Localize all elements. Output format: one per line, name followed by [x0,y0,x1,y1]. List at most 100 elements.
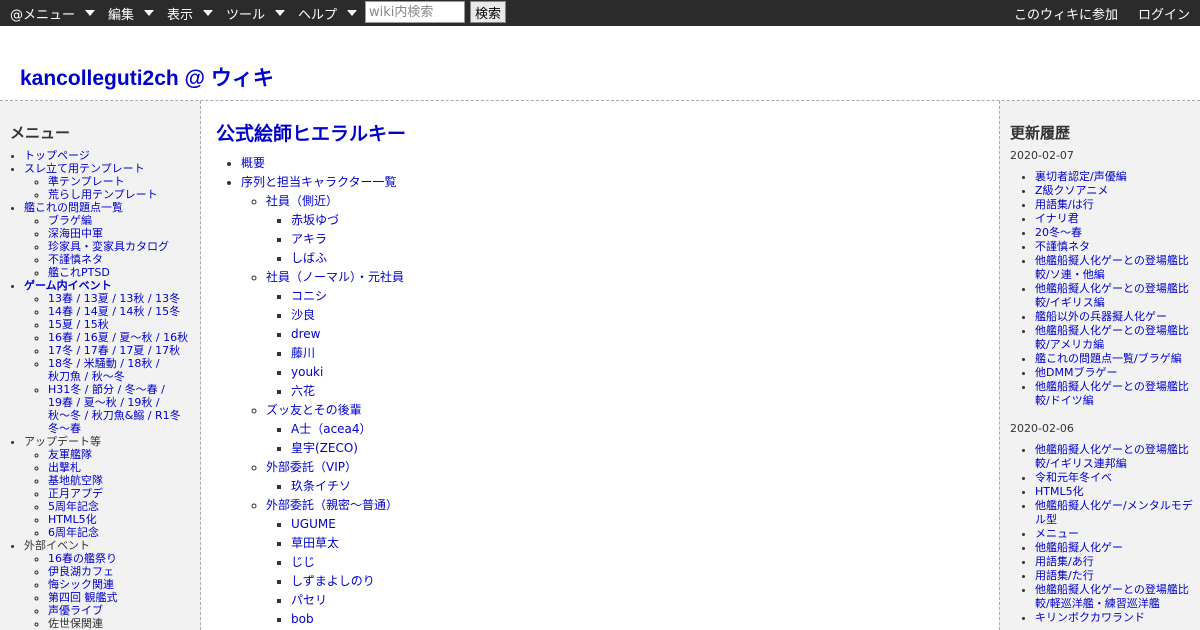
recent-change-link[interactable]: 艦これの問題点一覧/ブラゲ編 [1035,352,1182,365]
sidebar-item-problems[interactable]: 艦これの問題点一覧 [24,201,123,214]
sidebar-item-events-h31[interactable]: H31冬 / 節分 / 冬〜春 / [48,383,165,396]
sidebar-item-troll-template[interactable]: 荒らし用テンプレート [48,188,158,201]
sidebar-item-updates: アップデート等 [24,435,101,448]
recent-change-link[interactable]: 他艦船擬人化ゲー/メンタルモデル型 [1035,499,1193,526]
recent-change-link[interactable]: 不謹慎ネタ [1035,240,1090,253]
sidebar-item-events-20[interactable]: 冬〜春 [48,422,81,435]
join-wiki-link[interactable]: このウィキに参加 [1014,0,1118,26]
recent-change-link[interactable]: 裏切者認定/声優編 [1035,170,1127,183]
sidebar-item-events-18[interactable]: 18冬 / 米騒動 / 18秋 / [48,357,160,370]
sidebar-item-events-17[interactable]: 17冬 / 17春 / 17夏 / 17秋 [48,344,180,357]
toc-group-link[interactable]: 社員（ノーマル）・元社員 [266,270,404,284]
recent-change-link[interactable]: キリンボクカワランド [1035,611,1145,624]
sidebar-item-irako-cafe[interactable]: 伊良湖カフェ [48,565,114,578]
sidebar-item-sub-template[interactable]: 準テンプレート [48,175,125,188]
recent-change-link[interactable]: 艦船以外の兵器擬人化ゲー [1035,310,1167,323]
toc-member-link[interactable]: しばふ [291,251,327,265]
sidebar-item-land-base[interactable]: 基地航空隊 [48,474,103,487]
recent-change-link[interactable]: イナリ君 [1035,212,1079,225]
recent-change-link[interactable]: 他艦船擬人化ゲーとの登場艦比較/イギリス連邦編 [1035,443,1189,470]
sidebar-item-16-festival[interactable]: 16春の艦祭り [48,552,117,565]
sidebar-item-events-14[interactable]: 14春 / 14夏 / 14秋 / 15冬 [48,305,180,318]
sidebar-item-thread-template[interactable]: スレ立て用テンプレート [24,162,145,175]
toc-member-link[interactable]: 皇宇(ZECO) [291,441,358,455]
toc-group-link[interactable]: 社員（側近） [266,194,338,208]
sidebar-item-chic[interactable]: 悔シック関連 [48,578,114,591]
recent-change-link[interactable]: 他艦船擬人化ゲーとの登場艦比較/ドイツ編 [1035,380,1189,407]
toc-member-link[interactable]: 玖条イチソ [291,479,351,493]
recent-change-link[interactable]: Z級クソアニメ [1035,184,1108,197]
sidebar-item-browser-game[interactable]: ブラゲ編 [48,214,92,227]
toc-group-link[interactable]: 外部委託（VIP） [266,460,357,474]
sidebar-item-events-r1[interactable]: 秋～冬 / 秋刀魚&鰯 / R1冬 [48,409,181,422]
menu-help[interactable]: ヘルプ [298,0,358,26]
list-item: メニュー [1035,527,1193,541]
sidebar-item-events-16[interactable]: 16春 / 16夏 / 夏～秋 / 16秋 [48,331,188,344]
wiki-search-input[interactable] [365,1,465,23]
sidebar-item-seiyuu-live[interactable]: 声優ライブ [48,604,103,617]
list-item: 外部イベント 16春の艦祭り 伊良湖カフェ 悔シック関連 第四回 観艦式 声優ラ… [24,539,200,630]
list-item: 5周年記念 [48,500,200,513]
toc-group-link[interactable]: 外部委託（親密～普通） [266,498,398,512]
sidebar-item-furniture[interactable]: 珍家具・変家具カタログ [48,240,169,253]
sidebar-item-events-19[interactable]: 19春 / 夏〜秋 / 19秋 / [48,396,160,409]
sidebar-item-events-18b[interactable]: 秋刀魚 / 秋〜冬 [48,370,125,383]
recent-change-link[interactable]: メニュー [1035,527,1079,540]
recent-change-link[interactable]: HTML5化 [1035,485,1084,498]
toc-member-link[interactable]: youki [291,365,323,379]
sidebar-item-events-13[interactable]: 13春 / 13夏 / 13秋 / 13冬 [48,292,180,305]
menu-at-menu[interactable]: @メニュー [10,0,96,26]
sidebar-item-abyssal-tanaka[interactable]: 深海田中軍 [48,227,103,240]
toc-member-link[interactable]: bob [291,612,314,626]
sidebar-item-review-4[interactable]: 第四回 観艦式 [48,591,118,604]
sidebar-item-ptsd[interactable]: 艦これPTSD [48,266,110,279]
sidebar-item-ingame-events[interactable]: ゲーム内イベント [24,279,112,292]
recent-change-link[interactable]: 他艦船擬人化ゲーとの登場艦比較/アメリカ編 [1035,324,1189,351]
sidebar-item-friend-fleet[interactable]: 友軍艦隊 [48,448,92,461]
toc-member-link[interactable]: じじ [291,555,315,569]
list-item: 不謹慎ネタ [1035,240,1193,254]
sidebar-item-5th-anniv[interactable]: 5周年記念 [48,500,99,513]
menu-edit[interactable]: 編集 [108,0,155,26]
toc-member-link[interactable]: drew [291,327,320,341]
toc-member-link[interactable]: アキラ [291,232,327,246]
recent-change-link[interactable]: 他艦船擬人化ゲーとの登場艦比較/ソ連・他編 [1035,254,1189,281]
sidebar-item-top[interactable]: トップページ [24,149,90,162]
toc-member-link[interactable]: 沙良 [291,308,315,322]
toc-member-link[interactable]: 藤川 [291,346,315,360]
recent-change-link[interactable]: 用語集/は行 [1035,198,1094,211]
login-link[interactable]: ログイン [1138,0,1190,26]
site-title-link[interactable]: kancolleguti2ch @ ウィキ [20,62,274,92]
recent-change-link[interactable]: 他DMMブラゲー [1035,366,1117,379]
page-title: 公式絵師ヒエラルキー [216,123,407,145]
sidebar-item-html5[interactable]: HTML5化 [48,513,97,526]
recent-change-link[interactable]: 用語集/あ行 [1035,555,1094,568]
recent-change-link[interactable]: 用語集/た行 [1035,569,1094,582]
recent-change-link[interactable]: 他艦船擬人化ゲー [1035,541,1123,554]
menu-tools[interactable]: ツール [226,0,286,26]
sidebar-item-new-year-update[interactable]: 正月アプデ [48,487,103,500]
recent-change-link[interactable]: 20冬〜春 [1035,226,1082,239]
recent-change-link[interactable]: 他艦船擬人化ゲーとの登場艦比較/イギリス編 [1035,282,1189,309]
toc-member-link[interactable]: 六花 [291,384,315,398]
toc-member-link[interactable]: コニシ [291,289,327,303]
list-item: 他艦船擬人化ゲーとの登場艦比較/ドイツ編 [1035,380,1193,408]
sidebar-item-sortie-tag[interactable]: 出撃札 [48,461,81,474]
toc-member-link[interactable]: 赤坂ゆづ [291,213,339,227]
sidebar-item-6th-anniv[interactable]: 6周年記念 [48,526,99,539]
search-button[interactable]: 検索 [470,1,506,23]
toc-member-link[interactable]: パセリ [291,593,327,607]
toc-member-link[interactable]: しずまよしのり [291,574,375,588]
toc-group-link[interactable]: ズッ友とその後輩 [266,403,362,417]
toc-ranking-link[interactable]: 序列と担当キャラクター一覧 [241,175,397,189]
recent-change-link[interactable]: 令和元年冬イベ [1035,471,1112,484]
list-item: 他DMMブラゲー [1035,366,1193,380]
toc-member-link[interactable]: 草田草太 [291,536,339,550]
recent-change-link[interactable]: 他艦船擬人化ゲーとの登場艦比較/軽巡洋艦・練習巡洋艦 [1035,583,1189,610]
sidebar-item-events-15[interactable]: 15夏 / 15秋 [48,318,109,331]
toc-member-link[interactable]: UGUME [291,517,336,531]
toc-overview-link[interactable]: 概要 [241,156,265,170]
menu-view[interactable]: 表示 [167,0,214,26]
toc-member-link[interactable]: A士（acea4） [291,422,372,436]
sidebar-item-indiscreet[interactable]: 不謹慎ネタ [48,253,103,266]
